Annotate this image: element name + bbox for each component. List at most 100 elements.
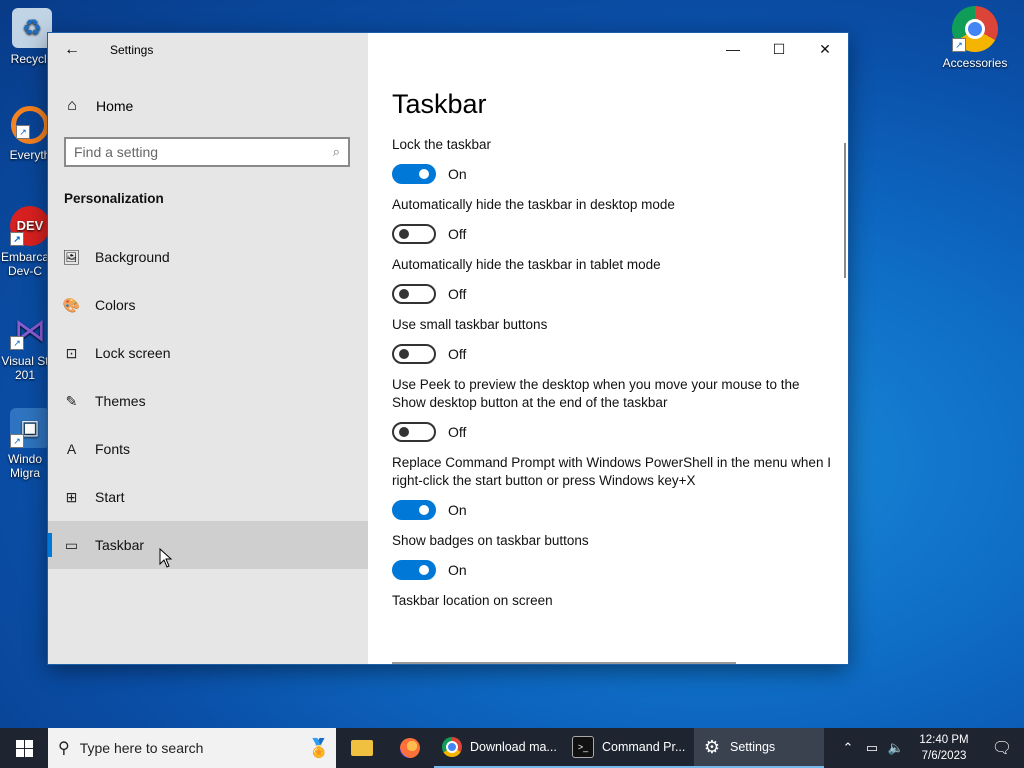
start-button[interactable]	[0, 728, 48, 768]
scrollbar-thumb[interactable]	[844, 143, 846, 278]
settings-sidebar: ← Settings ⌂ Home Find a setting ⌕ Perso…	[48, 33, 368, 664]
taskbar-location-dropdown[interactable]	[392, 662, 736, 664]
sidebar-item-colors[interactable]: 🎨 Colors	[48, 281, 368, 329]
taskbar-icon: ▭	[64, 536, 79, 553]
taskbar-app-command-prompt[interactable]: >_ Command Pr...	[564, 728, 694, 768]
sidebar-item-themes[interactable]: ✎ Themes	[48, 377, 368, 425]
setting-peek: Use Peek to preview the desktop when you…	[392, 376, 832, 442]
badges-toggle[interactable]	[392, 560, 436, 580]
sidebar-item-label: Lock screen	[95, 345, 171, 361]
themes-brush-icon: ✎	[65, 392, 78, 409]
find-setting-input[interactable]: Find a setting ⌕	[64, 137, 350, 167]
setting-location: Taskbar location on screen	[392, 592, 832, 610]
setting-label: Show badges on taskbar buttons	[392, 533, 589, 548]
toggle-state: On	[448, 562, 467, 578]
chrome-icon: ↗	[952, 6, 998, 52]
sidebar-item-label: Colors	[95, 297, 136, 313]
home-icon: ⌂	[67, 97, 77, 114]
search-icon: ⚲	[58, 740, 70, 757]
file-explorer-button[interactable]	[338, 728, 386, 768]
sidebar-item-label: Background	[95, 249, 170, 265]
page-title: Taskbar	[392, 89, 487, 119]
system-tray: ⌃ ▭ 🔈 12:40 PM 7/6/2023 🗨	[836, 728, 1024, 768]
setting-label: Automatically hide the taskbar in deskto…	[392, 197, 675, 212]
picture-icon: 🖼	[62, 248, 81, 265]
back-arrow-icon[interactable]: ←	[48, 41, 96, 59]
chevron-up-icon[interactable]: ⌃	[836, 740, 860, 756]
powershell-toggle[interactable]	[392, 500, 436, 520]
clock-time: 12:40 PM	[919, 734, 969, 746]
windows-logo-icon	[15, 739, 33, 757]
autohide-desktop-toggle[interactable]	[392, 224, 436, 244]
clock-date: 7/6/2023	[921, 750, 967, 762]
sidebar-item-background[interactable]: 🖼 Background	[48, 233, 368, 281]
close-button[interactable]: ✕	[802, 33, 848, 65]
setting-small-buttons: Use small taskbar buttons Off	[392, 316, 832, 364]
toggle-state: Off	[448, 286, 467, 302]
minimize-button[interactable]: —	[710, 33, 756, 65]
app-label: Download ma...	[470, 740, 557, 754]
fonts-icon: A	[66, 441, 77, 457]
sidebar-item-label: Fonts	[95, 441, 131, 457]
toggle-state: On	[448, 502, 467, 518]
search-placeholder: Find a setting	[74, 144, 159, 160]
desktop-icon-label: Embarca Dev-C	[0, 250, 50, 278]
everything-search-icon: ↗	[11, 106, 49, 144]
toggle-state: Off	[448, 424, 467, 440]
search-highlight-icon: 🏅	[307, 737, 330, 758]
visual-studio-icon: ⋈ ↗	[10, 310, 50, 350]
setting-lock-taskbar: Lock the taskbar On	[392, 136, 832, 184]
setting-label: Automatically hide the taskbar in tablet…	[392, 257, 661, 272]
sidebar-item-label: Themes	[95, 393, 146, 409]
sidebar-item-fonts[interactable]: A Fonts	[48, 425, 368, 473]
volume-muted-icon[interactable]: 🔈	[884, 740, 908, 756]
lock-taskbar-toggle[interactable]	[392, 164, 436, 184]
maximize-button[interactable]: ☐	[756, 33, 802, 65]
firefox-icon	[400, 738, 420, 758]
chrome-icon	[442, 737, 462, 757]
clock[interactable]: 12:40 PM 7/6/2023	[908, 732, 980, 764]
folder-icon	[351, 740, 373, 756]
desktop-icon-label: Visual St 201	[1, 354, 49, 382]
setting-label: Use small taskbar buttons	[392, 317, 548, 332]
taskbar-search-box[interactable]: ⚲ Type here to search 🏅	[48, 728, 336, 768]
recycle-bin-icon: ♻	[12, 8, 52, 48]
setting-autohide-tablet: Automatically hide the taskbar in tablet…	[392, 256, 832, 304]
setting-badges: Show badges on taskbar buttons On	[392, 532, 832, 580]
start-grid-icon: ⊞	[65, 488, 78, 505]
devcpp-icon: DEV ↗	[10, 206, 50, 246]
toggle-state: Off	[448, 346, 467, 362]
sidebar-item-lock-screen[interactable]: ⊡ Lock screen	[48, 329, 368, 377]
palette-icon: 🎨	[62, 296, 81, 313]
sidebar-home[interactable]: ⌂ Home	[48, 93, 368, 119]
toggle-state: Off	[448, 226, 467, 242]
notification-icon[interactable]: 🗨	[980, 738, 1024, 758]
desktop-icon-accessories[interactable]: ↗ Accessories	[935, 6, 1015, 70]
desktop-icon-label: Windo Migra	[7, 452, 42, 480]
sidebar-item-taskbar[interactable]: ▭ Taskbar	[48, 521, 368, 569]
mouse-cursor-icon	[159, 548, 173, 568]
firefox-button[interactable]	[386, 728, 434, 768]
taskbar-app-settings[interactable]: ⚙ Settings	[694, 728, 824, 768]
toggle-state: On	[448, 166, 467, 182]
taskbar-settings-content: Taskbar Lock the taskbar On Automaticall…	[392, 89, 832, 622]
lock-screen-icon: ⊡	[65, 344, 78, 361]
setting-powershell: Replace Command Prompt with Windows Powe…	[392, 454, 832, 520]
taskbar-app-chrome[interactable]: Download ma...	[434, 728, 564, 768]
command-prompt-icon: >_	[572, 736, 594, 758]
sidebar-item-start[interactable]: ⊞ Start	[48, 473, 368, 521]
setting-label: Taskbar location on screen	[392, 593, 553, 608]
window-title: Settings	[110, 43, 154, 57]
peek-toggle[interactable]	[392, 422, 436, 442]
autohide-tablet-toggle[interactable]	[392, 284, 436, 304]
taskbar-search-placeholder: Type here to search	[79, 740, 204, 756]
setting-autohide-desktop: Automatically hide the taskbar in deskto…	[392, 196, 832, 244]
sidebar-item-label: Start	[95, 489, 125, 505]
setting-label: Replace Command Prompt with Windows Powe…	[392, 455, 831, 488]
desktop-icon-label: Accessories	[942, 56, 1008, 70]
windows-migration-icon: ▣ ↗	[10, 408, 50, 448]
network-icon[interactable]: ▭	[860, 740, 884, 756]
settings-window: ← Settings ⌂ Home Find a setting ⌕ Perso…	[48, 33, 848, 664]
small-buttons-toggle[interactable]	[392, 344, 436, 364]
windows-taskbar: ⚲ Type here to search 🏅 Download ma... >…	[0, 728, 1024, 768]
